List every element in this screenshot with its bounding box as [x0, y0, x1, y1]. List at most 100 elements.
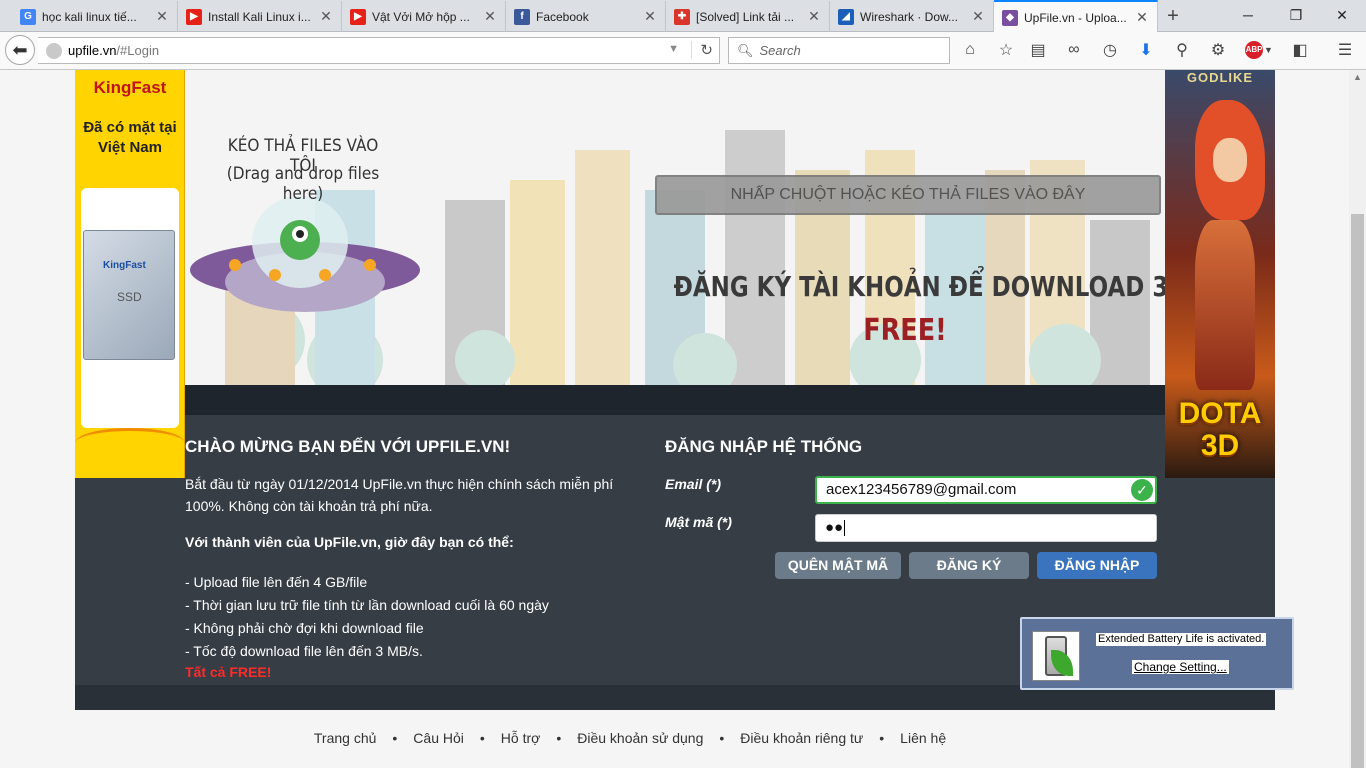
- ad-character-face: [1213, 138, 1247, 182]
- history-icon[interactable]: ◷: [1098, 38, 1122, 62]
- email-field[interactable]: acex123456789@gmail.com: [815, 476, 1157, 504]
- search-box[interactable]: 🔍︎ Search: [728, 37, 950, 64]
- upfile-icon: ◆: [1002, 9, 1018, 26]
- login-button[interactable]: ĐĂNG NHẬP: [1037, 552, 1157, 579]
- footer-link[interactable]: Hỗ trợ: [501, 730, 541, 746]
- globe-icon: [46, 42, 62, 59]
- close-tab-icon[interactable]: ✕: [155, 8, 169, 25]
- footer-separator: •: [719, 730, 725, 746]
- back-button[interactable]: ⬅: [5, 35, 35, 65]
- settings-gear-icon[interactable]: ⚙: [1206, 38, 1230, 62]
- ad-character-body: [1195, 220, 1255, 390]
- browser-tab[interactable]: ◆ UpFile.vn - Uploa... ✕: [994, 0, 1158, 33]
- url-path: /#Login: [116, 43, 160, 58]
- footer-link[interactable]: Câu Hỏi: [413, 730, 464, 746]
- ad-game-logo-line1: DOTA: [1178, 397, 1262, 430]
- left-advertisement[interactable]: KingFast Đã có mặt tại Việt Nam KingFast…: [75, 70, 185, 478]
- footer-link[interactable]: Điều khoản riêng tư: [740, 730, 863, 746]
- right-advertisement[interactable]: GODLIKE DOTA 3D: [1165, 70, 1275, 478]
- ad-product-label: SSD: [117, 290, 142, 304]
- reading-list-icon[interactable]: ▤: [1026, 38, 1050, 62]
- footer-separator: •: [556, 730, 562, 746]
- new-tab-button[interactable]: +: [1160, 4, 1186, 28]
- battery-icon: [1032, 631, 1080, 681]
- browser-tab[interactable]: ▶ Vật Vởi Mở hộp ... ✕: [342, 1, 506, 32]
- list-item: - Tốc độ download file lên đến 3 MB/s.: [185, 643, 423, 659]
- home-icon[interactable]: ⌂: [958, 38, 982, 62]
- footer-link[interactable]: Trang chủ: [314, 730, 377, 746]
- password-mask: ●●: [825, 519, 844, 536]
- close-tab-icon[interactable]: ✕: [643, 8, 657, 25]
- password-field[interactable]: ●●: [815, 514, 1157, 542]
- shield-icon: ✚: [674, 8, 690, 25]
- footer-link[interactable]: Liên hệ: [900, 730, 946, 746]
- forgot-password-button[interactable]: QUÊN MẬT MÃ: [775, 552, 901, 579]
- mask-icon[interactable]: ∞: [1062, 38, 1086, 62]
- reload-icon[interactable]: ↻: [691, 41, 713, 59]
- password-label: Mật mã (*): [665, 514, 732, 530]
- hero-banner: KÉO THẢ FILES VÀO TÔI (Drag and drop fil…: [185, 70, 1165, 385]
- ad-tagline: Đã có mặt tại Việt Nam: [83, 119, 177, 156]
- browser-tab[interactable]: ◢ Wireshark · Dow... ✕: [830, 1, 994, 32]
- upload-dropzone[interactable]: NHẤP CHUỘT HOẶC KÉO THẢ FILES VÀO ĐÂY: [655, 175, 1161, 215]
- tab-title: Facebook: [536, 9, 589, 24]
- register-button[interactable]: ĐĂNG KÝ: [909, 552, 1029, 579]
- adblock-icon[interactable]: ABP ▼: [1244, 38, 1274, 62]
- promo-headline: ĐĂNG KÝ TÀI KHOẢN ĐỂ DOWNLOAD 3 MB/S: [673, 270, 1165, 303]
- close-tab-icon[interactable]: ✕: [483, 8, 497, 25]
- notification-message: Extended Battery Life is activated.: [1096, 633, 1267, 646]
- benefits-list: - Upload file lên đến 4 GB/file - Thời g…: [185, 571, 549, 663]
- list-item: - Upload file lên đến 4 GB/file: [185, 574, 368, 590]
- valid-check-icon: ✓: [1131, 479, 1153, 501]
- url-host: upfile.vn: [68, 43, 117, 58]
- footer-separator: •: [392, 730, 398, 746]
- list-item: - Thời gian lưu trữ file tính từ lần dow…: [185, 597, 549, 613]
- browser-tab[interactable]: ✚ [Solved] Link tải ... ✕: [666, 1, 830, 32]
- change-setting-link[interactable]: Change Setting...: [1132, 660, 1229, 674]
- search-placeholder: Search: [759, 43, 801, 58]
- download-icon[interactable]: ⬇: [1134, 38, 1158, 62]
- google-icon: G: [20, 8, 36, 25]
- ad-product-brand: KingFast: [103, 260, 146, 271]
- welcome-title: CHÀO MỪNG BẠN ĐẾN VỚI UPFILE.VN!: [185, 437, 511, 456]
- minimize-button[interactable]: ─: [1228, 4, 1268, 26]
- search-icon: 🔍︎: [737, 42, 754, 58]
- city-skyline-illustration: [190, 130, 1150, 385]
- footer-separator: •: [479, 730, 485, 746]
- welcome-intro: Bắt đầu từ ngày 01/12/2014 UpFile.vn thự…: [185, 476, 614, 514]
- history-dropdown-icon[interactable]: ▼: [668, 43, 679, 55]
- web-page: KÉO THẢ FILES VÀO TÔI (Drag and drop fil…: [0, 70, 1349, 768]
- maximize-button[interactable]: ❐: [1276, 4, 1316, 26]
- tab-strip: Ghọc kali linux tiế... ✕ ▶ Install Kali Lin…: [0, 0, 1366, 33]
- close-tab-icon[interactable]: ✕: [1135, 9, 1149, 26]
- back-arrow-icon: ⬅: [12, 39, 28, 60]
- tab-title: [Solved] Link tải ...: [696, 9, 795, 24]
- tab-title: học kali linux tiế...: [42, 9, 137, 24]
- footer-link[interactable]: Điều khoản sử dụng: [577, 730, 703, 746]
- youtube-icon: ▶: [350, 8, 366, 25]
- youtube-icon: ▶: [186, 8, 202, 25]
- scroll-up-icon[interactable]: ▲: [1351, 72, 1364, 84]
- browser-tab[interactable]: Ghọc kali linux tiế... ✕: [12, 1, 178, 32]
- tab-title: UpFile.vn - Uploa...: [1024, 10, 1127, 25]
- close-tab-icon[interactable]: ✕: [807, 8, 821, 25]
- facebook-icon: f: [514, 8, 530, 25]
- browser-tab[interactable]: ▶ Install Kali Linux i... ✕: [178, 1, 342, 32]
- scrollbar-thumb[interactable]: [1351, 214, 1364, 768]
- ad-brand: KingFast: [93, 78, 167, 97]
- close-window-button[interactable]: ✕: [1322, 4, 1362, 26]
- tab-title: Install Kali Linux i...: [208, 9, 311, 24]
- footer-separator: •: [879, 730, 885, 746]
- close-tab-icon[interactable]: ✕: [971, 8, 985, 25]
- promo-free: FREE!: [863, 313, 947, 348]
- wireshark-icon: ◢: [838, 8, 854, 25]
- content-panel-header-strip: [185, 385, 1165, 415]
- bookmark-star-icon[interactable]: ☆: [994, 38, 1018, 62]
- menu-hamburger-icon[interactable]: ☰: [1333, 38, 1357, 62]
- zoom-icon[interactable]: ⚲: [1170, 38, 1194, 62]
- battery-notification: Extended Battery Life is activated. Chan…: [1020, 617, 1294, 690]
- sidebar-icon[interactable]: ◧: [1288, 38, 1312, 62]
- address-bar[interactable]: upfile.vn/#Login ▼ ↻: [38, 37, 720, 64]
- close-tab-icon[interactable]: ✕: [319, 8, 333, 25]
- browser-tab[interactable]: f Facebook ✕: [506, 1, 666, 32]
